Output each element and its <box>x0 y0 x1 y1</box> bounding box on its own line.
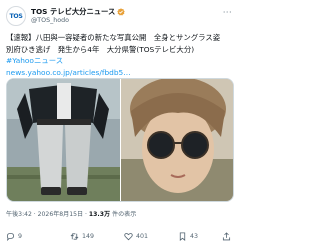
reply-icon <box>6 232 15 241</box>
timestamp[interactable]: 午後3:42 · 2026年8月15日 · <box>6 211 89 218</box>
reply-button[interactable]: 9 <box>6 230 22 242</box>
hashtag-link[interactable]: #Yahooニュース <box>6 56 63 65</box>
sunglasses-photo[interactable] <box>120 79 233 201</box>
tweet-meta: 午後3:42 · 2026年8月15日 · 13.3万 件の表示 <box>6 209 136 218</box>
display-name[interactable]: TOS テレビ大分ニュース <box>31 7 115 17</box>
like-button[interactable]: 401 <box>124 230 148 242</box>
retweet-button[interactable]: 149 <box>70 230 94 242</box>
bookmark-icon <box>179 231 186 241</box>
view-label: 件の表示 <box>110 211 137 218</box>
full-body-photo-image <box>7 79 120 201</box>
more-options-button[interactable]: ··· <box>223 8 232 17</box>
article-link[interactable]: news.yahoo.co.jp/articles/fbdb5… <box>6 68 131 77</box>
retweet-count: 149 <box>82 232 95 240</box>
share-button[interactable] <box>222 230 234 242</box>
bookmark-count: 43 <box>190 232 199 240</box>
verified-badge-icon <box>117 8 125 16</box>
bookmark-button[interactable]: 43 <box>178 230 198 242</box>
view-count: 13.3万 <box>88 211 111 218</box>
action-bar: 9 149 401 43 <box>6 230 234 242</box>
reply-count: 9 <box>18 232 23 240</box>
media-grid <box>6 78 234 202</box>
avatar[interactable]: TOS <box>6 6 26 26</box>
tweet-header: TOS TOS テレビ大分ニュース @TOS_hodo ··· <box>6 6 234 28</box>
heart-icon <box>124 232 133 240</box>
sunglasses-photo-image <box>120 79 233 201</box>
tweet-body: 【速報】八田與一容疑者の新たな写真公開 全身とサングラス姿 別府ひき逃げ 発生か… <box>6 33 228 54</box>
full-body-photo[interactable] <box>7 79 120 201</box>
retweet-icon <box>70 232 79 240</box>
name-row: TOS テレビ大分ニュース <box>31 7 125 17</box>
tweet-text: 【速報】八田與一容疑者の新たな写真公開 全身とサングラス姿 別府ひき逃げ 発生か… <box>6 32 234 78</box>
handle[interactable]: @TOS_hodo <box>31 17 69 24</box>
like-count: 401 <box>136 232 149 240</box>
share-icon <box>222 231 231 240</box>
